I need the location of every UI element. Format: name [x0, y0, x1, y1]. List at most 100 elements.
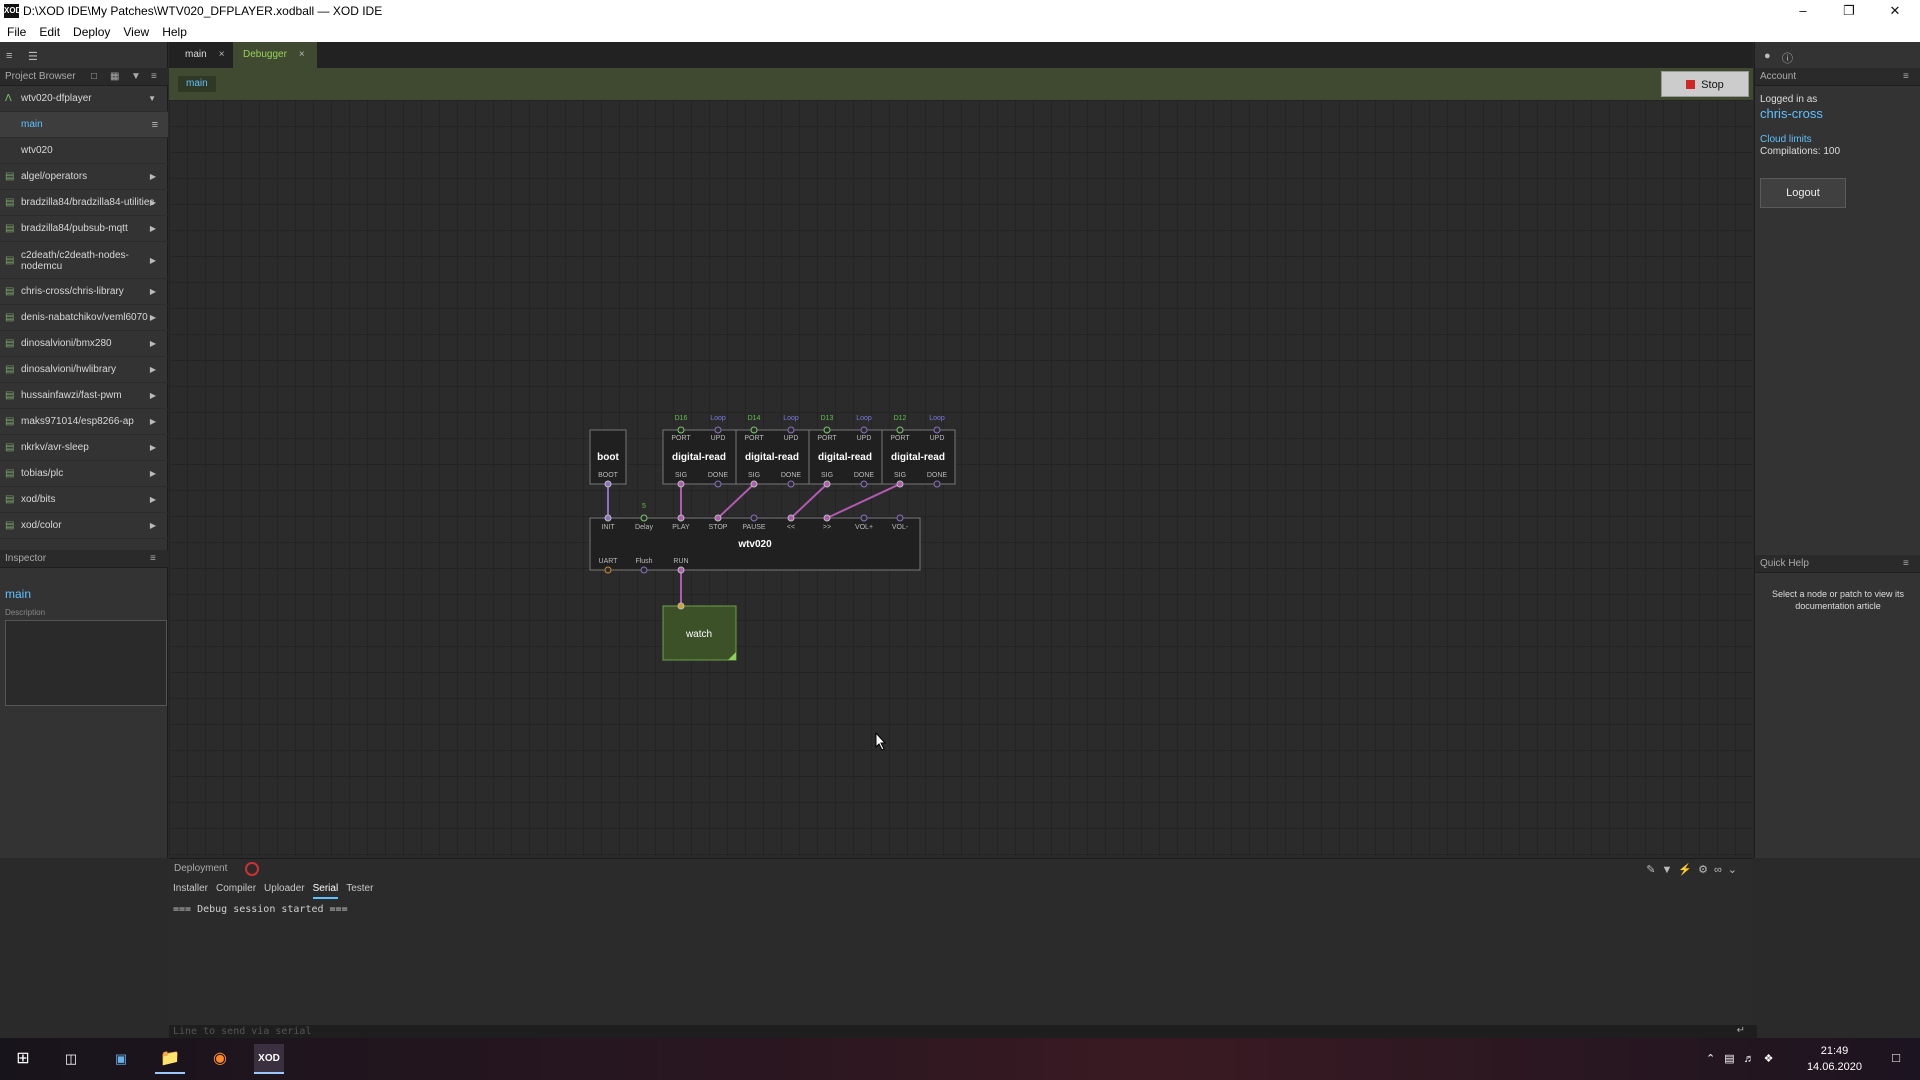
patch-menu-icon[interactable]: ≡	[152, 112, 158, 137]
library-item[interactable]: ▤ dinosalvioni/bmx280 ▶	[0, 331, 168, 357]
volume-icon[interactable]: ♬	[1744, 1053, 1764, 1065]
pin-sig[interactable]	[823, 480, 831, 488]
quick-help-menu-icon[interactable]: ≡	[1903, 555, 1909, 573]
description-field[interactable]	[5, 620, 167, 706]
pin-boot[interactable]	[604, 480, 612, 488]
close-tab-icon[interactable]: ×	[219, 49, 225, 60]
library-item[interactable]: ▤ tobias/plc ▶	[0, 461, 168, 487]
cloud-limits-link[interactable]: Cloud limits	[1760, 134, 1812, 145]
notifications-icon[interactable]: □	[1892, 1050, 1900, 1065]
pin-upd[interactable]	[860, 426, 868, 434]
pin-next[interactable]	[823, 514, 831, 522]
task-view-icon[interactable]: ◫	[56, 1044, 86, 1074]
app-icon[interactable]: ▣	[106, 1044, 136, 1074]
clear-icon[interactable]: ✎	[1646, 864, 1661, 876]
pin-done[interactable]	[714, 480, 722, 488]
network-icon[interactable]: ▤	[1724, 1053, 1743, 1065]
windows-start-icon[interactable]: ⊞	[8, 1044, 38, 1074]
library-item[interactable]: ▤ nkrkv/avr-sleep ▶	[0, 435, 168, 461]
library-item[interactable]: ▤ bradzilla84/bradzilla84-utilities ▶	[0, 190, 168, 216]
menu-file[interactable]: File	[0, 22, 32, 39]
pin-pause[interactable]	[750, 514, 758, 522]
pin-port[interactable]	[750, 426, 758, 434]
pin-watch-in[interactable]	[677, 602, 685, 610]
pin-done[interactable]	[933, 480, 941, 488]
maximize-icon[interactable]: ❐	[1826, 0, 1872, 22]
sliders-icon[interactable]: ☰	[28, 50, 42, 63]
tab-installer[interactable]: Installer	[173, 883, 208, 897]
library-item[interactable]: ▤ xod/color ▶	[0, 513, 168, 539]
debug-icon[interactable]: ⚙	[1698, 864, 1714, 876]
xod-taskbar-icon[interactable]: XOD	[254, 1044, 284, 1074]
minimize-icon[interactable]: –	[1780, 0, 1826, 22]
pin-play[interactable]	[677, 514, 685, 522]
pin-stop[interactable]	[714, 514, 722, 522]
project-row[interactable]: Λ wtv020-dfplayer ▼	[0, 86, 168, 112]
collapse-icon[interactable]: ⌄	[1728, 864, 1743, 876]
serial-input[interactable]: Line to send via serial	[169, 1025, 1757, 1039]
patch-item-main[interactable]: main ≡	[0, 112, 168, 138]
pin-port[interactable]	[677, 426, 685, 434]
pin-flush[interactable]	[640, 566, 648, 574]
menu-view[interactable]: View	[116, 22, 155, 39]
tab-tester[interactable]: Tester	[346, 883, 373, 897]
new-patch-icon[interactable]: □	[91, 68, 97, 86]
tab-compiler[interactable]: Compiler	[216, 883, 256, 897]
library-item[interactable]: ▤ algel/operators ▶	[0, 164, 168, 190]
dropbox-icon[interactable]: ❖	[1764, 1053, 1783, 1065]
chevron-up-icon[interactable]: ⌃	[1706, 1053, 1724, 1065]
filter-icon[interactable]: ▼	[131, 68, 141, 86]
pin-sig[interactable]	[677, 480, 685, 488]
close-tab-icon[interactable]: ×	[299, 49, 305, 60]
pin-delay[interactable]	[640, 514, 648, 522]
pin-done[interactable]	[787, 480, 795, 488]
pin-port[interactable]	[823, 426, 831, 434]
pin-sig[interactable]	[896, 480, 904, 488]
pin-prev[interactable]	[787, 514, 795, 522]
pin-init[interactable]	[604, 514, 612, 522]
pin-uart[interactable]	[604, 566, 612, 574]
tree-icon[interactable]: ≡	[6, 50, 20, 62]
library-item[interactable]: ▤ xod/bits ▶	[0, 487, 168, 513]
stop-debug-button[interactable]: Stop	[1661, 71, 1749, 97]
library-item[interactable]: ▤ bradzilla84/pubsub-mqtt ▶	[0, 216, 168, 242]
library-item[interactable]: ▤ c2death/c2death-nodes-nodemcu ▶	[0, 242, 168, 279]
library-item[interactable]: ▤ maks971014/esp8266-ap ▶	[0, 409, 168, 435]
menu-help[interactable]: Help	[155, 22, 193, 39]
tab-main[interactable]: main ×	[175, 42, 231, 68]
pin-done[interactable]	[860, 480, 868, 488]
username[interactable]: chris-cross	[1760, 106, 1823, 121]
menu-edit[interactable]: Edit	[32, 22, 66, 39]
user-icon[interactable]: ●	[1764, 50, 1778, 62]
pin-vol-up[interactable]	[860, 514, 868, 522]
clock[interactable]: 21:49 14.06.2020	[1807, 1043, 1862, 1075]
flash-icon[interactable]: ⚡	[1678, 864, 1698, 876]
patch-canvas[interactable]: boot BOOT D16 Loop PORT UPD digital-read…	[169, 100, 1753, 856]
pin-run[interactable]	[677, 566, 685, 574]
account-menu-icon[interactable]: ≡	[1903, 68, 1909, 86]
library-item[interactable]: ▤ dinosalvioni/hwlibrary ▶	[0, 357, 168, 383]
logout-button[interactable]: Logout	[1760, 178, 1846, 208]
send-icon[interactable]: ↵	[1737, 1025, 1745, 1036]
pin-sig[interactable]	[750, 480, 758, 488]
pin-upd[interactable]	[787, 426, 795, 434]
tab-debugger[interactable]: Debugger ×	[233, 42, 317, 68]
file-explorer-icon[interactable]: 📁	[155, 1044, 185, 1074]
menu-icon[interactable]: ≡	[151, 68, 157, 86]
breadcrumb[interactable]: main	[178, 76, 216, 92]
library-item[interactable]: ▤ denis-nabatchikov/veml6070 ▶	[0, 305, 168, 331]
tab-serial[interactable]: Serial	[312, 883, 339, 899]
add-library-icon[interactable]: ▦	[110, 68, 119, 86]
pin-port[interactable]	[896, 426, 904, 434]
filter-icon[interactable]: ▼	[1661, 864, 1678, 876]
pin-upd[interactable]	[933, 426, 941, 434]
tab-uploader[interactable]: Uploader	[264, 883, 305, 897]
pin-upd[interactable]	[714, 426, 722, 434]
close-icon[interactable]: ✕	[1872, 0, 1918, 22]
error-icon[interactable]	[245, 862, 259, 876]
patch-item-wtv020[interactable]: wtv020	[0, 138, 168, 164]
inspector-menu-icon[interactable]: ≡	[150, 550, 156, 568]
firefox-icon[interactable]: ◉	[205, 1044, 235, 1074]
pin-vol-down[interactable]	[896, 514, 904, 522]
link-icon[interactable]: ∞	[1714, 864, 1728, 876]
